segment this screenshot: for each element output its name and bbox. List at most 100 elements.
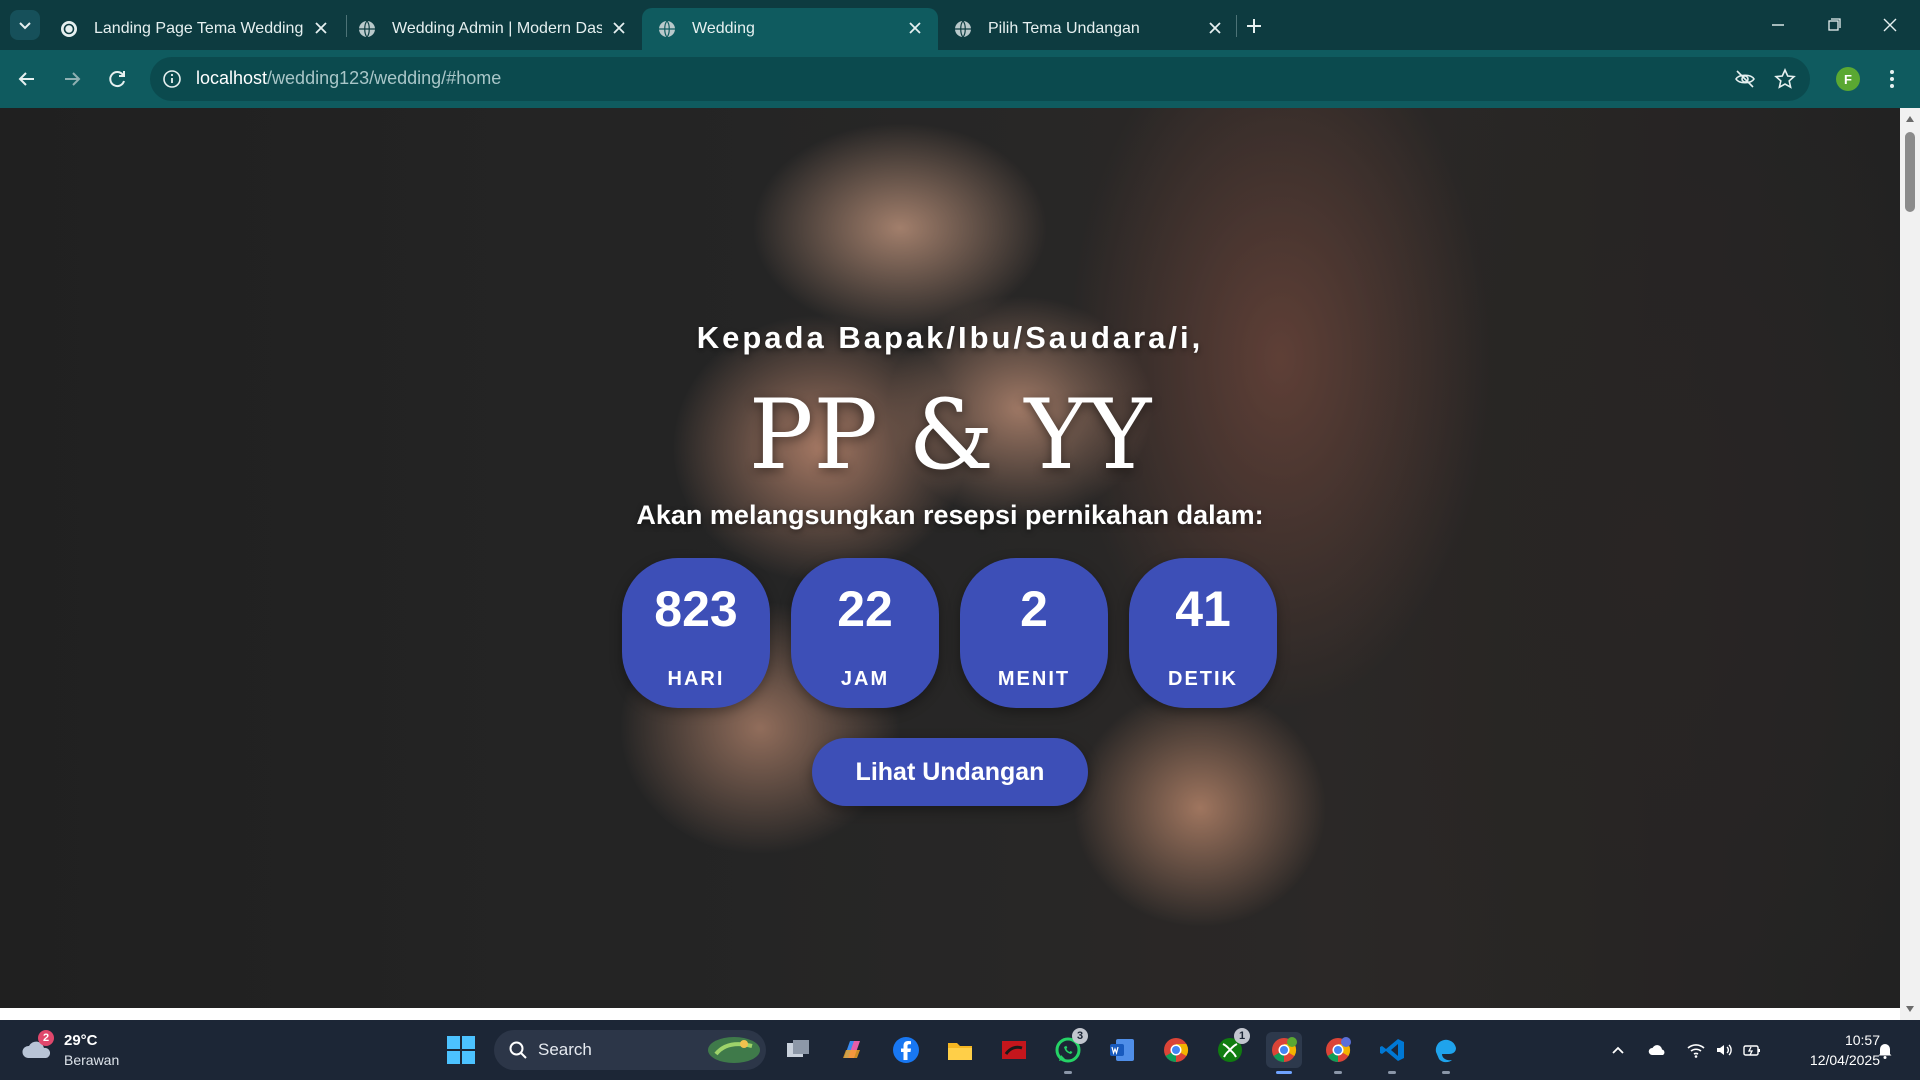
- view-invitation-button[interactable]: Lihat Undangan: [812, 738, 1088, 806]
- countdown-value: 22: [837, 581, 893, 637]
- site-info-icon[interactable]: [162, 69, 182, 89]
- notification-bell-icon[interactable]: [1875, 1040, 1895, 1060]
- wifi-icon[interactable]: [1686, 1040, 1706, 1060]
- page-hero-background: Kepada Bapak/Ibu/Saudara/i, PP & YY Akan…: [0, 108, 1900, 1008]
- tab-title: Wedding: [692, 20, 755, 37]
- couple-names: PP & YY: [748, 379, 1152, 491]
- chevron-up-icon[interactable]: [1608, 1040, 1628, 1060]
- countdown-subtitle: Akan melangsungkan resepsi pernikahan da…: [636, 500, 1264, 530]
- countdown-days: 823 HARI: [622, 558, 770, 708]
- scrollbar-thumb[interactable]: [1905, 132, 1915, 212]
- scroll-down-arrow-icon[interactable]: [1905, 1004, 1915, 1014]
- new-tab-plus-icon[interactable]: [1240, 12, 1268, 40]
- star-bookmark-icon[interactable]: [1774, 68, 1796, 90]
- clock-time: 10:57: [1844, 1032, 1880, 1048]
- address-bar[interactable]: localhost/wedding123/wedding/#home: [150, 57, 1810, 101]
- windows-taskbar: 2 29°C Berawan Search 3 1 10:57 12/04/20…: [0, 1020, 1920, 1080]
- file-explorer-app[interactable]: [942, 1032, 978, 1068]
- profile-avatar[interactable]: F: [1836, 67, 1860, 91]
- hero-section: Kepada Bapak/Ibu/Saudara/i, PP & YY Akan…: [0, 108, 1900, 1008]
- edge-app[interactable]: [1428, 1032, 1464, 1074]
- tab-search-button[interactable]: [10, 10, 40, 40]
- notification-badge: 1: [1234, 1028, 1250, 1044]
- page-scrollbar[interactable]: [1900, 108, 1920, 1020]
- close-icon[interactable]: [312, 19, 330, 37]
- countdown-timer: 823 HARI 22 JAM 2 MENIT 41 DETIK: [622, 558, 1278, 708]
- minimize-icon[interactable]: [1758, 10, 1798, 40]
- volume-icon[interactable]: [1714, 1040, 1734, 1060]
- search-icon: [509, 1041, 527, 1059]
- countdown-hours: 22 JAM: [791, 558, 939, 708]
- red-app[interactable]: [996, 1032, 1032, 1068]
- openai-icon: [61, 21, 77, 37]
- search-label: Search: [538, 1040, 592, 1059]
- chrome-icon: [1326, 1037, 1351, 1062]
- tab-title: Wedding Admin | Modern Dash: [392, 20, 602, 37]
- close-icon[interactable]: [906, 19, 924, 37]
- browser-tab-bar: Landing Page Tema Wedding Wedding Admin …: [0, 0, 1920, 50]
- globe-icon: [359, 20, 375, 38]
- notification-badge: 3: [1072, 1028, 1088, 1044]
- taskbar-search[interactable]: Search: [494, 1030, 766, 1070]
- folder-icon: [948, 1043, 972, 1060]
- whatsapp-app[interactable]: 3: [1050, 1028, 1088, 1074]
- copilot-icon: [843, 1041, 860, 1058]
- globe-icon: [659, 20, 675, 38]
- chrome-profile-f-app[interactable]: [1266, 1032, 1302, 1074]
- more-vert-icon[interactable]: [1882, 64, 1902, 94]
- chrome-icon: [1272, 1037, 1297, 1062]
- countdown-minutes: 2 MENIT: [960, 558, 1108, 708]
- running-indicator: [1064, 1071, 1072, 1074]
- chrome-icon: [1164, 1038, 1189, 1062]
- vscode-app[interactable]: [1374, 1032, 1410, 1074]
- tab-title: Landing Page Tema Wedding: [94, 20, 304, 37]
- eye-off-icon[interactable]: [1734, 68, 1756, 90]
- tab-landing-page[interactable]: Landing Page Tema Wedding: [44, 8, 344, 50]
- url-path: /wedding123/wedding/#home: [267, 68, 502, 88]
- countdown-value: 823: [654, 581, 738, 637]
- greeting-text: Kepada Bapak/Ibu/Saudara/i,: [696, 320, 1204, 355]
- scroll-up-arrow-icon[interactable]: [1905, 114, 1915, 124]
- forward-arrow-icon[interactable]: [57, 64, 87, 94]
- weather-condition: Berawan: [64, 1052, 120, 1068]
- xbox-app[interactable]: 1: [1212, 1028, 1250, 1068]
- close-window-icon[interactable]: [1870, 10, 1910, 40]
- tab-title: Pilih Tema Undangan: [988, 20, 1140, 37]
- restore-icon[interactable]: [1814, 10, 1854, 40]
- tab-wedding-admin[interactable]: Wedding Admin | Modern Dash: [342, 8, 642, 50]
- globe-icon: [955, 20, 971, 38]
- task-view-icon: [787, 1040, 809, 1057]
- search-highlight-illustration-icon: [708, 1037, 760, 1063]
- close-icon[interactable]: [610, 19, 628, 37]
- red-app-icon: [1002, 1041, 1026, 1059]
- countdown-label: HARI: [667, 668, 725, 690]
- tab-divider: [1236, 15, 1237, 37]
- weather-widget[interactable]: 2 29°C Berawan: [20, 1028, 140, 1072]
- countdown-value: 2: [1020, 581, 1048, 637]
- blue-app-icon: [1435, 1039, 1456, 1063]
- back-arrow-icon[interactable]: [12, 64, 42, 94]
- clock-date: 12/04/2025: [1809, 1052, 1880, 1068]
- copilot-app[interactable]: [834, 1032, 870, 1068]
- vscode-icon: [1380, 1039, 1404, 1061]
- chevron-down-icon: [19, 22, 31, 30]
- url-host: localhost: [196, 68, 268, 88]
- chrome-profile-2-app[interactable]: [1320, 1032, 1356, 1074]
- countdown-value: 41: [1175, 581, 1231, 637]
- system-clock[interactable]: 10:57 12/04/2025: [1770, 1030, 1880, 1070]
- onedrive-cloud-icon[interactable]: [1648, 1040, 1668, 1060]
- running-indicator: [1276, 1071, 1292, 1074]
- reload-icon[interactable]: [102, 64, 132, 94]
- windows-start-icon[interactable]: [446, 1035, 476, 1065]
- facebook-app[interactable]: [888, 1032, 924, 1068]
- close-icon[interactable]: [1206, 19, 1224, 37]
- word-app[interactable]: [1104, 1032, 1140, 1068]
- battery-charging-icon[interactable]: [1742, 1040, 1762, 1060]
- chrome-app[interactable]: [1158, 1032, 1194, 1068]
- url-text[interactable]: localhost/wedding123/wedding/#home: [196, 68, 501, 89]
- browser-toolbar: localhost/wedding123/wedding/#home F: [0, 50, 1920, 108]
- task-view-app[interactable]: [780, 1032, 816, 1068]
- tab-pilih-tema[interactable]: Pilih Tema Undangan: [938, 8, 1238, 50]
- tab-wedding[interactable]: Wedding: [642, 8, 938, 50]
- countdown-label: MENIT: [997, 668, 1071, 690]
